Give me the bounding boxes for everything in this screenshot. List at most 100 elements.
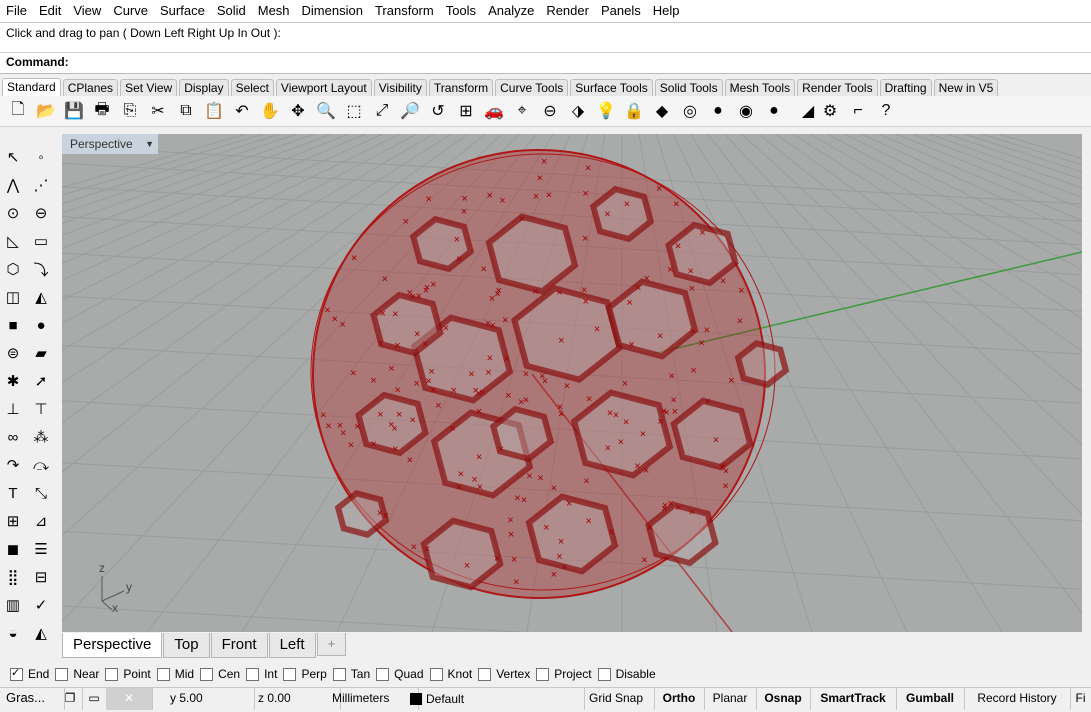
- toolbar-tab-standard[interactable]: Standard: [2, 78, 61, 96]
- viewport-label[interactable]: Perspective ▼: [62, 134, 158, 154]
- menu-edit[interactable]: Edit: [33, 0, 67, 22]
- checkbox[interactable]: [246, 667, 260, 681]
- chevron-down-icon[interactable]: ▼: [145, 139, 154, 149]
- car-icon[interactable]: 🚗: [482, 99, 506, 123]
- explode-icon[interactable]: ⁂: [30, 426, 52, 448]
- move-arrow-icon[interactable]: ➚: [30, 370, 52, 392]
- viewport-canvas[interactable]: × × × × × × × × × × × × × × × × × × × × × × × × × × × × × × × × × × × × × × × ×…: [62, 134, 1082, 632]
- rectangle-icon[interactable]: ▭: [30, 230, 52, 252]
- checkbox[interactable]: [283, 667, 297, 681]
- add-viewport-tab[interactable]: +: [316, 633, 347, 656]
- cut-icon[interactable]: ✂: [146, 99, 170, 123]
- polygon-icon[interactable]: ⬡: [2, 258, 24, 280]
- lock-icon[interactable]: 🔒: [622, 99, 646, 123]
- box-solid-icon[interactable]: ■: [2, 314, 24, 336]
- viewport-tab-top[interactable]: Top: [163, 633, 210, 658]
- arc-icon[interactable]: ◺: [2, 230, 24, 252]
- ellipse-icon[interactable]: ⊖: [30, 202, 52, 224]
- osnap-tan[interactable]: Tan: [332, 667, 370, 681]
- osnap-knot[interactable]: Knot: [429, 667, 472, 681]
- grid-array-icon[interactable]: ⣿: [2, 566, 24, 588]
- polyline-icon[interactable]: ⋀: [2, 174, 24, 196]
- four-viewports-icon[interactable]: ⊞: [454, 99, 478, 123]
- checkbox[interactable]: [478, 667, 492, 681]
- menu-render[interactable]: Render: [540, 0, 595, 22]
- toolbar-tab-viewport-layout[interactable]: Viewport Layout: [275, 79, 372, 96]
- render-icon[interactable]: ◒: [2, 622, 24, 644]
- color-wheel-icon[interactable]: ◎: [678, 99, 702, 123]
- checkbox[interactable]: [55, 667, 69, 681]
- menu-curve[interactable]: Curve: [107, 0, 154, 22]
- circle-icon[interactable]: ⊙: [2, 202, 24, 224]
- toolbar-tab-transform[interactable]: Transform: [428, 79, 494, 96]
- transform-gear-icon[interactable]: ✱: [2, 370, 24, 392]
- toolbar-tab-select[interactable]: Select: [230, 79, 274, 96]
- menu-transform[interactable]: Transform: [369, 0, 440, 22]
- checkbox[interactable]: [429, 667, 443, 681]
- boolean-union-icon[interactable]: ●: [30, 314, 52, 336]
- restore-icon[interactable]: ❐: [58, 688, 83, 710]
- mesh-plane-icon[interactable]: ▰: [30, 342, 52, 364]
- toolbar-tab-surface-tools[interactable]: Surface Tools: [570, 79, 653, 96]
- rotate-view-icon[interactable]: ✥: [286, 99, 310, 123]
- curve-icon[interactable]: ⋰: [30, 174, 52, 196]
- split-icon[interactable]: ⊥: [2, 398, 24, 420]
- osnap-vertex[interactable]: Vertex: [478, 667, 530, 681]
- dimension-icon[interactable]: ⌐: [846, 99, 870, 123]
- zoom-window-icon[interactable]: ⬚: [342, 99, 366, 123]
- paint-icon[interactable]: ◭: [30, 622, 52, 644]
- new-file-icon[interactable]: 🗋: [6, 99, 30, 123]
- menu-file[interactable]: File: [0, 0, 33, 22]
- bounding-icon[interactable]: ⊟: [30, 566, 52, 588]
- checkbox[interactable]: [105, 667, 119, 681]
- options-gear-icon[interactable]: ⚙: [818, 99, 842, 123]
- checkbox[interactable]: [597, 667, 611, 681]
- checkbox[interactable]: [200, 667, 214, 681]
- filter-toggle[interactable]: Fi: [1070, 688, 1091, 710]
- menu-help[interactable]: Help: [647, 0, 686, 22]
- osnap-end[interactable]: End: [10, 666, 49, 681]
- menu-analyze[interactable]: Analyze: [482, 0, 540, 22]
- zoom-icon[interactable]: 🔍: [314, 99, 338, 123]
- osnap-quad[interactable]: Quad: [376, 667, 424, 681]
- grid-snap-toggle[interactable]: Grid Snap: [578, 688, 655, 710]
- mirror-icon[interactable]: ⊿: [30, 510, 52, 532]
- toolbar-tab-render-tools[interactable]: Render Tools: [797, 79, 878, 96]
- viewport-tab-front[interactable]: Front: [210, 633, 268, 658]
- zoom-selected-icon[interactable]: 🔎: [398, 99, 422, 123]
- gumball-toggle[interactable]: Gumball: [896, 688, 965, 710]
- checkbox[interactable]: [156, 667, 170, 681]
- viewport-tab-perspective[interactable]: Perspective: [62, 633, 163, 658]
- select-arrow-icon[interactable]: ↖: [2, 146, 24, 168]
- toolbar-tab-display[interactable]: Display: [179, 79, 229, 96]
- osnap-near[interactable]: Near: [55, 667, 99, 681]
- layer-icon[interactable]: ◆: [650, 99, 674, 123]
- menu-tools[interactable]: Tools: [440, 0, 482, 22]
- drag-mode-icon[interactable]: ◢: [796, 99, 820, 123]
- maximize-icon[interactable]: ▭: [82, 688, 107, 710]
- checkbox[interactable]: [536, 667, 550, 681]
- toolbar-tab-drafting[interactable]: Drafting: [879, 79, 932, 96]
- array-icon[interactable]: ⊞: [2, 510, 24, 532]
- checkbox[interactable]: [376, 667, 390, 681]
- group-icon[interactable]: ∞: [2, 426, 24, 448]
- osnap-cen[interactable]: Cen: [200, 667, 240, 681]
- toolbar-tab-new-in-v5[interactable]: New in V5: [933, 79, 999, 96]
- close-icon[interactable]: ✕: [106, 688, 153, 710]
- menu-view[interactable]: View: [67, 0, 107, 22]
- toolbar-tab-visibility[interactable]: Visibility: [373, 79, 427, 96]
- toolbar-tab-cplanes[interactable]: CPlanes: [62, 79, 119, 96]
- cylinder-icon[interactable]: ⊜: [2, 342, 24, 364]
- extrude-icon[interactable]: ◭: [30, 286, 52, 308]
- offset-icon[interactable]: ⤼: [30, 454, 52, 476]
- export-icon[interactable]: ⎘: [118, 99, 142, 123]
- fillet-curve-icon[interactable]: ⤵: [30, 258, 52, 280]
- surface-corners-icon[interactable]: ◫: [2, 286, 24, 308]
- rendered-ball-icon[interactable]: ◉: [734, 99, 758, 123]
- open-folder-icon[interactable]: 📂: [34, 99, 58, 123]
- undo-view-icon[interactable]: ↺: [426, 99, 450, 123]
- osnap-toggle[interactable]: Osnap: [756, 688, 811, 710]
- save-icon[interactable]: 💾: [62, 99, 86, 123]
- floating-panel-title[interactable]: Gras...: [0, 688, 65, 710]
- planar-toggle[interactable]: Planar: [704, 688, 757, 710]
